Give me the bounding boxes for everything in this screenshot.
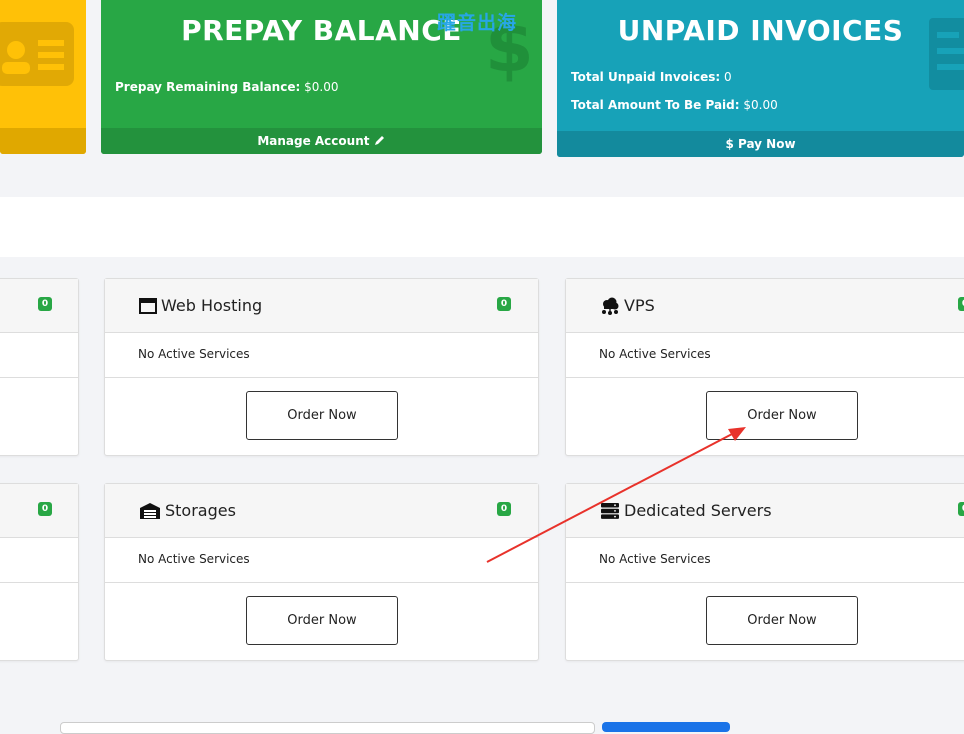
prepay-balance-label: Prepay Remaining Balance: <box>115 80 301 94</box>
unpaid-amount-label: Total Amount To Be Paid: <box>571 98 740 112</box>
stat-card-footer[interactable] <box>0 128 86 154</box>
order-now-button[interactable]: Order Now <box>706 391 858 440</box>
manage-account-label: Manage Account <box>257 134 370 148</box>
panel-body: No Active Services <box>105 333 538 378</box>
count-badge: 0 <box>958 297 964 311</box>
unpaid-count-label: Total Unpaid Invoices: <box>571 70 721 84</box>
search-input[interactable] <box>60 722 595 734</box>
status-text: No Active Services <box>138 347 250 361</box>
status-text: No Active Services <box>599 347 711 361</box>
warehouse-icon <box>140 502 160 519</box>
unpaid-count-line: Total Unpaid Invoices: 0 <box>571 70 732 84</box>
unpaid-amount-value: $0.00 <box>743 98 778 112</box>
count-badge: 0 <box>958 502 964 516</box>
panel-body <box>0 333 78 378</box>
dedicated-servers-panel: Dedicated Servers 0 No Active Services O… <box>565 483 964 661</box>
pencil-icon <box>374 136 384 145</box>
panel-title-label: Storages <box>165 501 236 520</box>
storages-panel: Storages 0 No Active Services Order Now <box>104 483 539 661</box>
panel-title: Dedicated Servers <box>600 501 772 520</box>
panel-header: VPS 0 <box>566 279 964 333</box>
pay-now-link[interactable]: $ Pay Now <box>557 131 964 157</box>
panel-title: Storages <box>139 501 236 520</box>
vps-panel: VPS 0 No Active Services Order Now <box>565 278 964 456</box>
panel-title: VPS <box>600 296 655 315</box>
panel-header: 0 <box>0 484 78 538</box>
unpaid-amount-line: Total Amount To Be Paid: $0.00 <box>571 98 778 112</box>
panel-body: No Active Services <box>566 333 964 378</box>
panel-title-label: Dedicated Servers <box>624 501 772 520</box>
panel-title-label: Web Hosting <box>161 296 263 315</box>
panel-header: Storages 0 <box>105 484 538 538</box>
panel-title-label: VPS <box>624 296 655 315</box>
service-panel-partial-1: 0 <box>0 278 79 456</box>
count-badge: 0 <box>38 502 52 516</box>
watermark-text: 躍音出海 <box>437 12 518 34</box>
count-badge: 0 <box>38 297 52 311</box>
unpaid-count-value: 0 <box>724 70 732 84</box>
count-badge: 0 <box>497 297 511 311</box>
unpaid-invoices-card: UNPAID INVOICES Total Unpaid Invoices: 0… <box>557 0 964 157</box>
cloud-network-icon <box>602 297 619 315</box>
panel-header: Web Hosting 0 <box>105 279 538 333</box>
web-hosting-panel: Web Hosting 0 No Active Services Order N… <box>104 278 539 456</box>
prepay-balance-value: $0.00 <box>304 80 339 94</box>
order-now-button[interactable]: Order Now <box>246 391 398 440</box>
section-divider-band <box>0 197 964 257</box>
manage-account-link[interactable]: Manage Account <box>101 128 542 154</box>
panel-title: Web Hosting <box>139 296 262 315</box>
submit-button[interactable] <box>602 722 730 732</box>
panel-body: No Active Services <box>566 538 964 583</box>
unpaid-invoices-title: UNPAID INVOICES <box>617 14 904 47</box>
panel-body: No Active Services <box>105 538 538 583</box>
panel-header: 0 <box>0 279 78 333</box>
window-icon <box>139 297 157 314</box>
panel-header: Dedicated Servers 0 <box>566 484 964 538</box>
status-text: No Active Services <box>599 552 711 566</box>
order-now-button[interactable]: Order Now <box>246 596 398 645</box>
panel-body <box>0 538 78 583</box>
server-icon <box>601 502 619 519</box>
prepay-balance-line: Prepay Remaining Balance: $0.00 <box>115 80 338 94</box>
stat-card-partial <box>0 0 86 154</box>
count-badge: 0 <box>497 502 511 516</box>
status-text: No Active Services <box>138 552 250 566</box>
service-panel-partial-2: 0 <box>0 483 79 661</box>
order-now-button[interactable]: Order Now <box>706 596 858 645</box>
id-card-icon <box>0 22 74 86</box>
